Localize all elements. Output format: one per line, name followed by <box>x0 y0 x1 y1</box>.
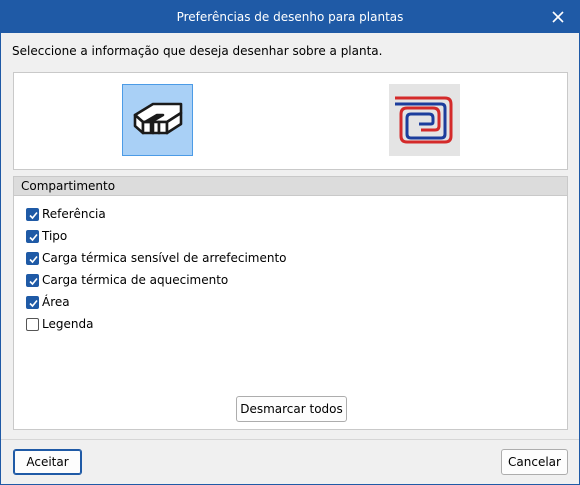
drawing-type-panel <box>13 72 568 170</box>
close-icon[interactable] <box>551 10 565 24</box>
checkbox-label: Carga térmica de aquecimento <box>42 273 229 287</box>
checkbox-label: Legenda <box>42 317 94 331</box>
uncheck-all-button[interactable]: Desmarcar todos <box>236 396 347 422</box>
checkbox-checked-icon[interactable] <box>26 252 39 265</box>
cancel-button[interactable]: Cancelar <box>501 449 568 475</box>
section-header-label: Compartimento <box>21 179 116 193</box>
compartment-options-panel: Compartimento Referência Tipo Carga térm… <box>13 176 568 430</box>
checkbox-checked-icon[interactable] <box>26 296 39 309</box>
floor-heating-icon <box>395 96 453 144</box>
checkbox-checked-icon[interactable] <box>26 274 39 287</box>
checkbox-label: Carga térmica sensível de arrefecimento <box>42 251 287 265</box>
compartment-icon <box>133 102 183 135</box>
dialog-window: Preferências de desenho para plantas Sel… <box>0 0 580 485</box>
checkbox-label: Referência <box>42 207 106 221</box>
checkbox-checked-icon[interactable] <box>26 208 39 221</box>
checkbox-checked-icon[interactable] <box>26 230 39 243</box>
compartment-button[interactable] <box>122 84 193 156</box>
footer-divider <box>1 439 579 440</box>
title-bar[interactable]: Preferências de desenho para plantas <box>1 1 579 33</box>
checkbox-unchecked-icon[interactable] <box>26 318 39 331</box>
window-title: Preferências de desenho para plantas <box>176 10 404 24</box>
accept-button[interactable]: Aceitar <box>13 449 82 475</box>
checkbox-label: Área <box>42 295 70 309</box>
instruction-text: Seleccione a informação que deseja desen… <box>12 44 383 58</box>
checkbox-label: Tipo <box>42 229 68 243</box>
floor-heating-button[interactable] <box>389 84 460 156</box>
section-header: Compartimento <box>14 177 567 196</box>
